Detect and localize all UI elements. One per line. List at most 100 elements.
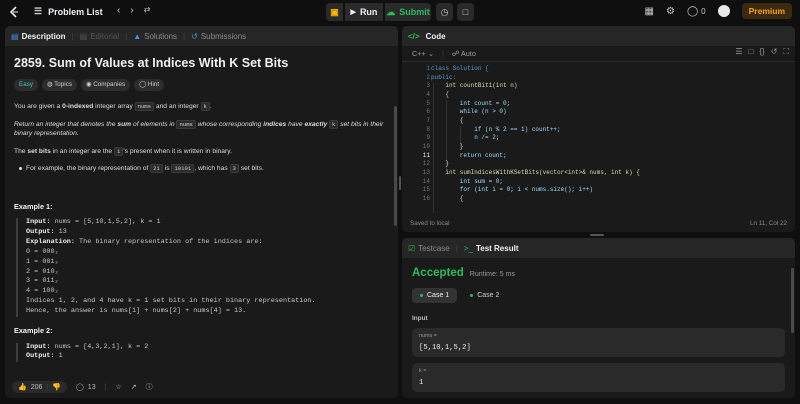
leetcode-logo-icon[interactable] <box>7 5 21 19</box>
run-label: Run <box>359 7 378 17</box>
settings-icon[interactable]: ⚙ <box>666 6 675 17</box>
description-tabs: ▤ Description | ▤ Editorial | ▲ Solutions |… <box>5 26 398 46</box>
editor-actions: ☰ □ {} ↺ ⛶ <box>735 47 789 57</box>
notes-button[interactable]: □ <box>457 3 474 21</box>
bookmark-icon[interactable]: □ <box>749 47 754 57</box>
tab-submissions[interactable]: ↺ Submissions <box>191 32 246 41</box>
lightbulb-icon: ◯ <box>139 81 148 88</box>
tab-description[interactable]: ▤ Description <box>11 32 66 41</box>
description-content: 2859. Sum of Values at Indices With K Se… <box>5 46 398 363</box>
reset-icon[interactable]: ↺ <box>771 47 778 57</box>
format-icon[interactable]: ☰ <box>735 47 742 57</box>
run-controls: ▣ ▶ Run ☁ Submit <box>326 3 431 21</box>
play-icon: ▶ <box>350 9 356 16</box>
code-lines: class Solution {public: int countBit1(in… <box>431 65 640 204</box>
debug-button[interactable]: ▣ <box>326 3 343 21</box>
companies-button[interactable]: ◉ Companies <box>81 79 131 91</box>
topics-button[interactable]: ◍ Topics <box>42 79 77 91</box>
run-button[interactable]: ▶ Run <box>345 3 383 21</box>
hint-button[interactable]: ◯ Hint <box>134 79 165 91</box>
star-icon[interactable]: ☆ <box>115 383 121 391</box>
shuffle-icon[interactable]: ⇄ <box>144 5 151 16</box>
problem-list-button[interactable]: ☰ Problem List <box>34 6 103 17</box>
code-line: public: <box>431 73 457 81</box>
checkbox-icon: ☑ <box>408 243 416 253</box>
tab-solutions[interactable]: ▲ Solutions <box>133 32 177 41</box>
runtime: Runtime: 5 ms <box>469 271 515 278</box>
code-line: int count = 0; <box>431 99 511 107</box>
test-result-content: Accepted Runtime: 5 ms Case 1 Case 2 Inp… <box>402 267 795 392</box>
share-icon[interactable]: ↗ <box>131 383 137 391</box>
vertical-resize-handle[interactable] <box>399 176 401 190</box>
code-editor[interactable]: 1 2 3 4 5 6 7 8 9 10 11 12 13 14 15 16 class Solution {… <box>402 63 795 213</box>
top-bar: ☰ Problem List ‹ › ⇄ ▣ ▶ Run ☁ Submit ◷ □ … <box>0 0 800 24</box>
like-count: 206 <box>30 383 43 391</box>
description-panel: ▤ Description | ▤ Editorial | ▲ Solutions |… <box>5 26 398 398</box>
document-icon: ▤ <box>11 31 19 41</box>
line-numbers: 1 2 3 4 5 6 7 8 9 10 11 12 13 14 15 16 <box>422 65 430 202</box>
code-line: { <box>431 116 464 124</box>
next-problem-icon[interactable]: › <box>130 5 133 16</box>
alarm-icon: ◷ <box>440 6 449 17</box>
horizontal-resize-handle[interactable] <box>590 234 604 236</box>
submit-button[interactable]: ☁ Submit <box>385 3 431 21</box>
history-icon: ↺ <box>191 31 198 41</box>
tab-test-result[interactable]: >_ Test Result <box>464 244 519 253</box>
braces-icon[interactable]: {} <box>759 47 764 57</box>
terminal-icon: >_ <box>463 243 473 253</box>
param-k: k = 1 <box>412 363 785 392</box>
code-line: } <box>431 142 464 150</box>
fire-icon: ◯ <box>686 5 699 17</box>
timer-button[interactable]: ◷ <box>436 3 453 21</box>
save-status: Saved to local <box>410 219 450 227</box>
statement-paragraph-3: The set bits in an integer are the 1's p… <box>14 146 232 156</box>
description-scrollbar[interactable] <box>394 106 397 226</box>
description-footer: 👍 206 | 👎 ◯ 13 | ☆ ↗ ⓘ <box>5 376 398 398</box>
prev-problem-icon[interactable]: ‹ <box>117 5 120 16</box>
auto-mode-button[interactable]: ☍ Auto <box>452 49 476 58</box>
param-value: [5,10,1,5,2] <box>419 344 471 352</box>
tab-editorial[interactable]: ▤ Editorial <box>80 32 119 41</box>
param-name: k = <box>419 368 427 374</box>
param-value: 1 <box>419 379 424 387</box>
example-bullet: For example, the binary representation o… <box>19 164 390 174</box>
cloud-upload-icon: ☁ <box>386 6 396 17</box>
result-scrollbar[interactable] <box>791 268 794 333</box>
avatar[interactable] <box>717 5 730 17</box>
flask-icon: ▲ <box>133 31 142 41</box>
layout-icon[interactable]: ▦ <box>645 6 654 17</box>
code-line: { <box>431 194 464 202</box>
bug-icon: ▣ <box>330 6 339 17</box>
test-result-panel: ☑ Testcase | >_ Test Result Accepted Runti… <box>402 238 795 398</box>
coins[interactable]: ◯ 0 <box>687 6 706 17</box>
premium-button[interactable]: Premium <box>741 3 792 19</box>
thumbs-up-icon: 👍 <box>18 384 27 391</box>
problem-title: 2859. Sum of Values at Indices With K Se… <box>14 56 289 70</box>
code-icon: </> <box>408 31 420 41</box>
pass-dot-icon <box>420 294 423 297</box>
comments-button[interactable]: ◯ 13 <box>76 383 96 392</box>
code-panel-header: </> Code <box>402 26 795 46</box>
fullscreen-icon[interactable]: ⛶ <box>783 47 789 57</box>
comment-count: 13 <box>87 383 96 391</box>
pass-dot-icon <box>470 294 474 297</box>
test-panel-tabs: ☑ Testcase | >_ Test Result <box>402 238 795 258</box>
statement-paragraph-2: Return an integer that denotes the sum o… <box>14 119 384 137</box>
help-icon[interactable]: ⓘ <box>146 382 153 392</box>
example-2-block: Input: nums = [4,3,2,1], k = 2 Output: 1 <box>16 342 390 363</box>
like-button[interactable]: 👍 206 | 👎 <box>12 381 67 393</box>
case-1-tab[interactable]: Case 1 <box>412 288 458 303</box>
example-1-heading: Example 1: <box>14 201 53 211</box>
example-1-block: Input: nums = [5,10,1,5,2], k = 1 Output… <box>16 218 390 318</box>
param-name: nums = <box>419 333 437 339</box>
case-2-tab[interactable]: Case 2 <box>462 288 507 303</box>
case-tabs: Case 1 Case 2 <box>412 288 785 303</box>
thumbs-down-icon[interactable]: 👎 <box>52 383 61 391</box>
language-select[interactable]: C++ ⌄ <box>412 49 434 58</box>
code-line: int countBit1(int n) <box>431 82 518 90</box>
tab-code[interactable]: Code <box>426 32 446 41</box>
problem-list-label: Problem List <box>48 6 103 17</box>
coin-count: 0 <box>701 6 706 16</box>
difficulty-badge: Easy <box>14 79 38 91</box>
tab-testcase[interactable]: ☑ Testcase <box>408 244 450 253</box>
